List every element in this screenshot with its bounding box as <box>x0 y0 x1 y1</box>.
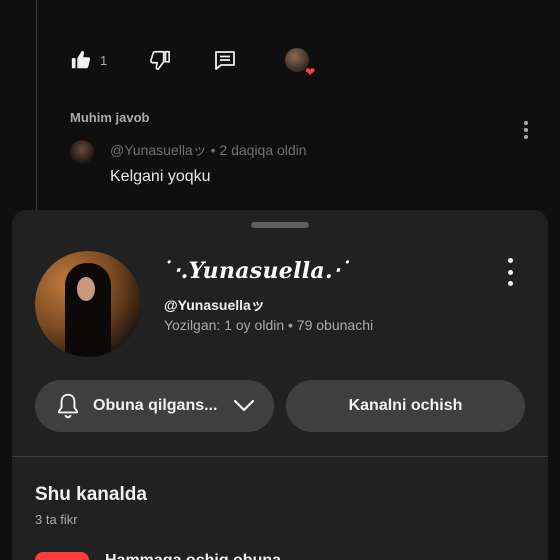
section-title: Shu kanalda <box>35 484 147 505</box>
more-vert-icon <box>507 258 513 263</box>
reply-author[interactable]: @Yunasuellaッ <box>110 142 207 158</box>
reply-avatar[interactable] <box>70 140 94 164</box>
playlist-thumbnail[interactable] <box>35 552 89 560</box>
reply-meta: @Yunasuellaッ • 2 daqiqa oldin <box>110 140 307 160</box>
heart-icon: ❤ <box>305 65 316 79</box>
more-vert-icon <box>507 269 513 275</box>
bell-icon <box>57 393 79 419</box>
dislike-button[interactable] <box>149 49 171 71</box>
creator-heart-avatar: ❤ <box>285 48 315 78</box>
divider <box>12 456 548 457</box>
reply-section-header: Muhim javob <box>70 110 150 125</box>
chevron-down-icon <box>234 399 255 412</box>
channel-name: ˙‧.Yunasuella.‧˙ <box>162 258 352 284</box>
reply-separator: • <box>206 142 220 158</box>
reply-item: @Yunasuellaッ • 2 daqiqa oldin Kelgani yo… <box>70 140 307 186</box>
channel-bottom-sheet: ˙‧.Yunasuella.‧˙ @Yunasuellaッ Yozilgan: … <box>12 210 548 560</box>
subscribed-button[interactable]: Obuna qilgans... <box>35 380 274 432</box>
avatar-face <box>77 277 95 301</box>
more-vert-icon[interactable] <box>522 120 530 140</box>
like-count: 1 <box>100 52 108 68</box>
reply-time: 2 daqiqa oldin <box>219 142 307 158</box>
thread-line <box>36 0 37 215</box>
open-channel-button[interactable]: Kanalni ochish <box>286 380 525 432</box>
like-button[interactable]: 1 <box>70 49 107 71</box>
playlist-label[interactable]: Hammaga ochiq obuna <box>105 552 281 560</box>
like-icon <box>71 50 91 69</box>
more-options-button[interactable] <box>502 258 518 286</box>
dislike-icon <box>150 50 171 70</box>
subscribed-label: Obuna qilgans... <box>93 397 218 414</box>
comment-actions: 1 ❤ <box>70 46 315 78</box>
channel-meta: Yozilgan: 1 oy oldin • 79 obunachi <box>164 317 374 333</box>
channel-handle: @Yunasuellaッ <box>164 297 265 313</box>
reply-button[interactable] <box>213 48 237 72</box>
more-vert-icon <box>507 281 513 286</box>
screen: 1 ❤ Muhim javob @Yunasuellaッ • 2 daqiqa … <box>0 0 560 560</box>
drag-handle[interactable] <box>251 222 309 228</box>
section-subtitle: 3 ta fikr <box>35 512 78 527</box>
reply-text: Kelgani yoqku <box>110 168 211 185</box>
open-channel-label: Kanalni ochish <box>348 397 463 414</box>
channel-avatar[interactable] <box>35 251 141 357</box>
reply-icon <box>215 51 236 70</box>
